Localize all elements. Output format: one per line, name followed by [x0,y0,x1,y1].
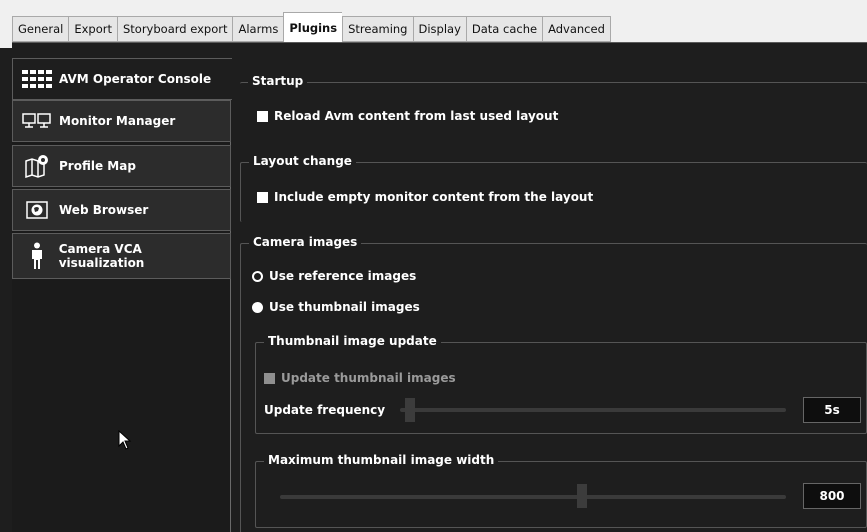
max-width-slider-handle[interactable] [577,484,587,508]
tab-advanced[interactable]: Advanced [542,16,611,42]
tab-general[interactable]: General [12,16,69,42]
reload-content-label: Reload Avm content from last used layout [274,109,559,123]
plugin-settings-panel: Startup Reload Avm content from last use… [240,58,867,532]
reload-content-checkbox[interactable]: Reload Avm content from last used layout [257,109,558,123]
plugins-page: AVM Operator Console Monitor Manager Pro… [12,42,867,532]
startup-title: Startup [248,74,308,88]
sidebar-item-label: Monitor Manager [59,114,176,128]
include-empty-label: Include empty monitor content from the l… [274,190,594,204]
globe-icon [21,199,53,221]
max-width-slider[interactable] [280,495,786,499]
tab-storyboard-export[interactable]: Storyboard export [116,16,233,42]
sidebar-item-label: AVM Operator Console [59,72,212,86]
sidebar-item-label: Profile Map [59,159,136,173]
use-thumbnail-images-radio[interactable]: Use thumbnail images [252,300,420,314]
tab-plugins[interactable]: Plugins [283,12,343,42]
radio-circle [252,301,263,313]
sidebar-item-label: Web Browser [59,203,149,217]
update-frequency-value[interactable]: 5s [803,397,861,423]
tab-streaming[interactable]: Streaming [342,16,413,42]
update-frequency-slider-handle[interactable] [405,398,415,422]
plugin-list: AVM Operator Console Monitor Manager Pro… [12,58,232,532]
use-reference-images-radio[interactable]: Use reference images [252,269,416,283]
checkbox-box [264,372,275,384]
update-frequency-slider[interactable] [400,408,786,412]
checkbox-box [257,110,268,122]
max-thumbnail-width-title: Maximum thumbnail image width [264,453,499,467]
use-thumbnail-images-label: Use thumbnail images [269,300,420,314]
tab-export[interactable]: Export [68,16,117,42]
mouse-cursor-icon [118,429,132,454]
sidebar-item-label: Camera VCA visualization [58,242,145,270]
include-empty-checkbox[interactable]: Include empty monitor content from the l… [257,190,593,204]
tab-bar: General Export Storyboard export Alarms … [0,0,867,48]
sidebar-item-profile-map[interactable]: Profile Map [12,145,231,187]
sidebar-item-web-browser[interactable]: Web Browser [12,189,231,231]
person-icon [21,242,53,269]
thumbnail-update-title: Thumbnail image update [264,334,441,348]
update-frequency-label: Update frequency [264,403,386,417]
map-icon [21,155,53,178]
use-reference-images-label: Use reference images [269,269,417,283]
update-thumbnail-label: Update thumbnail images [281,371,456,385]
layout-change-title: Layout change [249,154,356,168]
update-thumbnail-checkbox[interactable]: Update thumbnail images [264,371,456,385]
sidebar-item-monitor-manager[interactable]: Monitor Manager [12,100,231,142]
grid-icon [21,68,53,90]
max-width-value[interactable]: 800 [803,483,861,509]
thumbnail-update-group: Thumbnail image update [255,334,867,434]
tab-data-cache[interactable]: Data cache [465,16,543,42]
camera-images-title: Camera images [249,235,362,249]
sidebar-item-camera-vca-visualization[interactable]: Camera VCA visualization [12,233,231,279]
tab-alarms[interactable]: Alarms [232,16,284,42]
sidebar-item-avm-operator-console[interactable]: AVM Operator Console [12,58,232,100]
tab-strip: General Export Storyboard export Alarms … [12,12,611,42]
radio-circle [252,270,263,282]
tab-display[interactable]: Display [412,16,466,42]
checkbox-box [257,191,268,203]
monitors-icon [21,110,53,132]
